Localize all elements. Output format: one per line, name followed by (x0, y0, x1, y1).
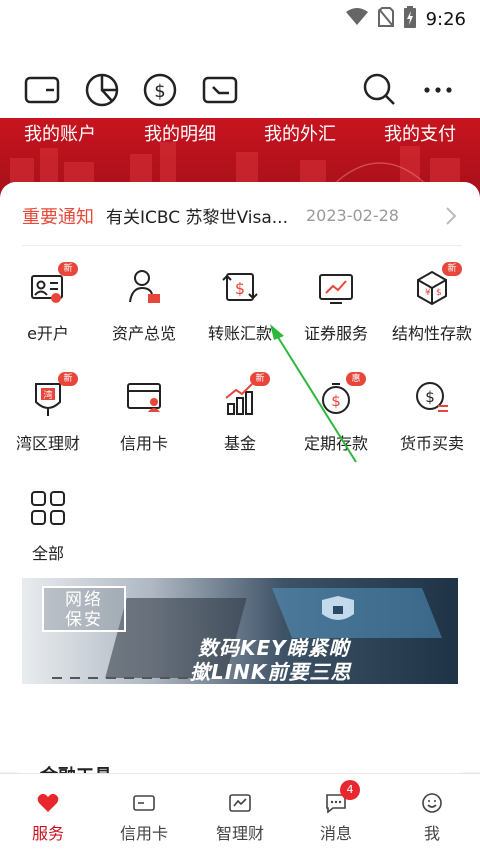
transfer-card-icon[interactable] (202, 72, 238, 108)
nav-messages[interactable]: 4 消息 (288, 774, 384, 853)
new-badge: 新 (442, 262, 462, 276)
card-icon[interactable] (24, 72, 60, 108)
new-badge: 新 (250, 372, 270, 386)
service-label: 基金 (223, 434, 256, 453)
service-asset-overview[interactable]: 资产总览 (96, 266, 192, 356)
svg-text:$: $ (425, 388, 435, 406)
service-label: 资产总览 (111, 324, 176, 343)
transfer-icon: $ (218, 266, 262, 310)
wifi-icon (345, 8, 368, 30)
heart-icon (36, 791, 60, 815)
nav-label: 信用卡 (119, 824, 168, 843)
more-icon[interactable] (420, 72, 456, 108)
service-fund[interactable]: 新 基金 (192, 372, 288, 466)
service-structured-deposit[interactable]: ¥ $ 新 结构性存款 (384, 262, 480, 356)
battery-charging-icon (403, 6, 416, 32)
currency-exchange-icon: $ (410, 376, 454, 420)
new-badge: 新 (58, 262, 78, 276)
svg-text:$: $ (235, 279, 245, 298)
service-label: 湾区理财 (15, 434, 80, 453)
service-all[interactable]: 全部 (0, 486, 96, 576)
svg-text:$: $ (331, 392, 341, 410)
promo-badge: 网络 保安 (42, 586, 126, 632)
service-bay-area-wealth[interactable]: 湾 新 湾区理财 (0, 372, 96, 466)
important-notice[interactable]: 重要通知 有关ICBC 苏黎世Visa... 2023-02-28 (22, 186, 462, 246)
service-label: e开户 (27, 324, 69, 343)
dollar-coin-icon[interactable]: $ (142, 72, 178, 108)
service-label: 转账汇款 (207, 324, 272, 343)
smile-icon (420, 791, 444, 815)
pie-chart-icon[interactable] (84, 72, 120, 108)
service-currency-exchange[interactable]: $ 货币买卖 (384, 376, 480, 466)
search-icon[interactable] (362, 72, 398, 108)
svg-text:$: $ (436, 288, 442, 298)
card-nav-icon (132, 791, 156, 815)
nav-credit-card[interactable]: 信用卡 (96, 774, 192, 853)
nav-label: 智理财 (215, 824, 264, 843)
credit-card-icon (122, 376, 166, 420)
service-securities[interactable]: 证券服务 (288, 266, 384, 356)
service-credit-card[interactable]: 信用卡 (96, 376, 192, 466)
service-label: 证券服务 (303, 324, 368, 343)
service-label: 结构性存款 (391, 324, 472, 343)
notice-date: 2023-02-28 (306, 206, 399, 225)
notice-tag: 重要通知 (22, 206, 94, 228)
status-bar: 9:26 (0, 0, 480, 34)
bottom-navigation: 服务 信用卡 智理财 4 消息 我 (0, 773, 480, 853)
service-label: 定期存款 (303, 434, 368, 453)
nav-label: 消息 (319, 824, 352, 843)
promo-badge: 惠 (346, 372, 366, 386)
nav-label: 我 (423, 824, 440, 843)
security-promo-banner[interactable]: 网络 保安 数码KEY睇紧啲 撳LINK前要三思 (22, 578, 458, 684)
service-label: 货币买卖 (399, 434, 464, 453)
chevron-right-icon (446, 207, 457, 229)
promo-subheadline: 撳LINK前要三思 (190, 660, 352, 684)
no-sim-icon (377, 7, 394, 31)
svg-text:¥: ¥ (425, 288, 431, 298)
nav-label: 服务 (31, 824, 64, 843)
tab-my-payment[interactable]: 我的支付 (360, 118, 480, 154)
service-label: 全部 (31, 544, 64, 563)
notice-text: 有关ICBC 苏黎世Visa... (106, 208, 288, 228)
all-grid-icon (26, 486, 70, 530)
service-time-deposit[interactable]: $ 惠 定期存款 (288, 372, 384, 466)
person-assets-icon (122, 266, 166, 310)
securities-icon (314, 266, 358, 310)
service-label: 信用卡 (119, 434, 168, 453)
service-transfer[interactable]: $ 转账汇款 (192, 266, 288, 356)
service-e-account[interactable]: 新 e开户 (0, 262, 96, 356)
tab-my-details[interactable]: 我的明细 (120, 118, 240, 154)
nav-me[interactable]: 我 (384, 774, 480, 853)
status-time: 9:26 (425, 8, 466, 30)
nav-wealth[interactable]: 智理财 (192, 774, 288, 853)
svg-text:湾: 湾 (43, 389, 52, 401)
svg-text:$: $ (154, 81, 165, 102)
wealth-chart-icon (228, 791, 252, 815)
new-badge: 新 (58, 372, 78, 386)
nav-services[interactable]: 服务 (0, 774, 96, 853)
tab-my-forex[interactable]: 我的外汇 (240, 118, 360, 154)
message-count-badge: 4 (340, 780, 360, 800)
top-toolbar: $ (0, 34, 480, 118)
tab-my-account[interactable]: 我的账户 (0, 118, 120, 154)
